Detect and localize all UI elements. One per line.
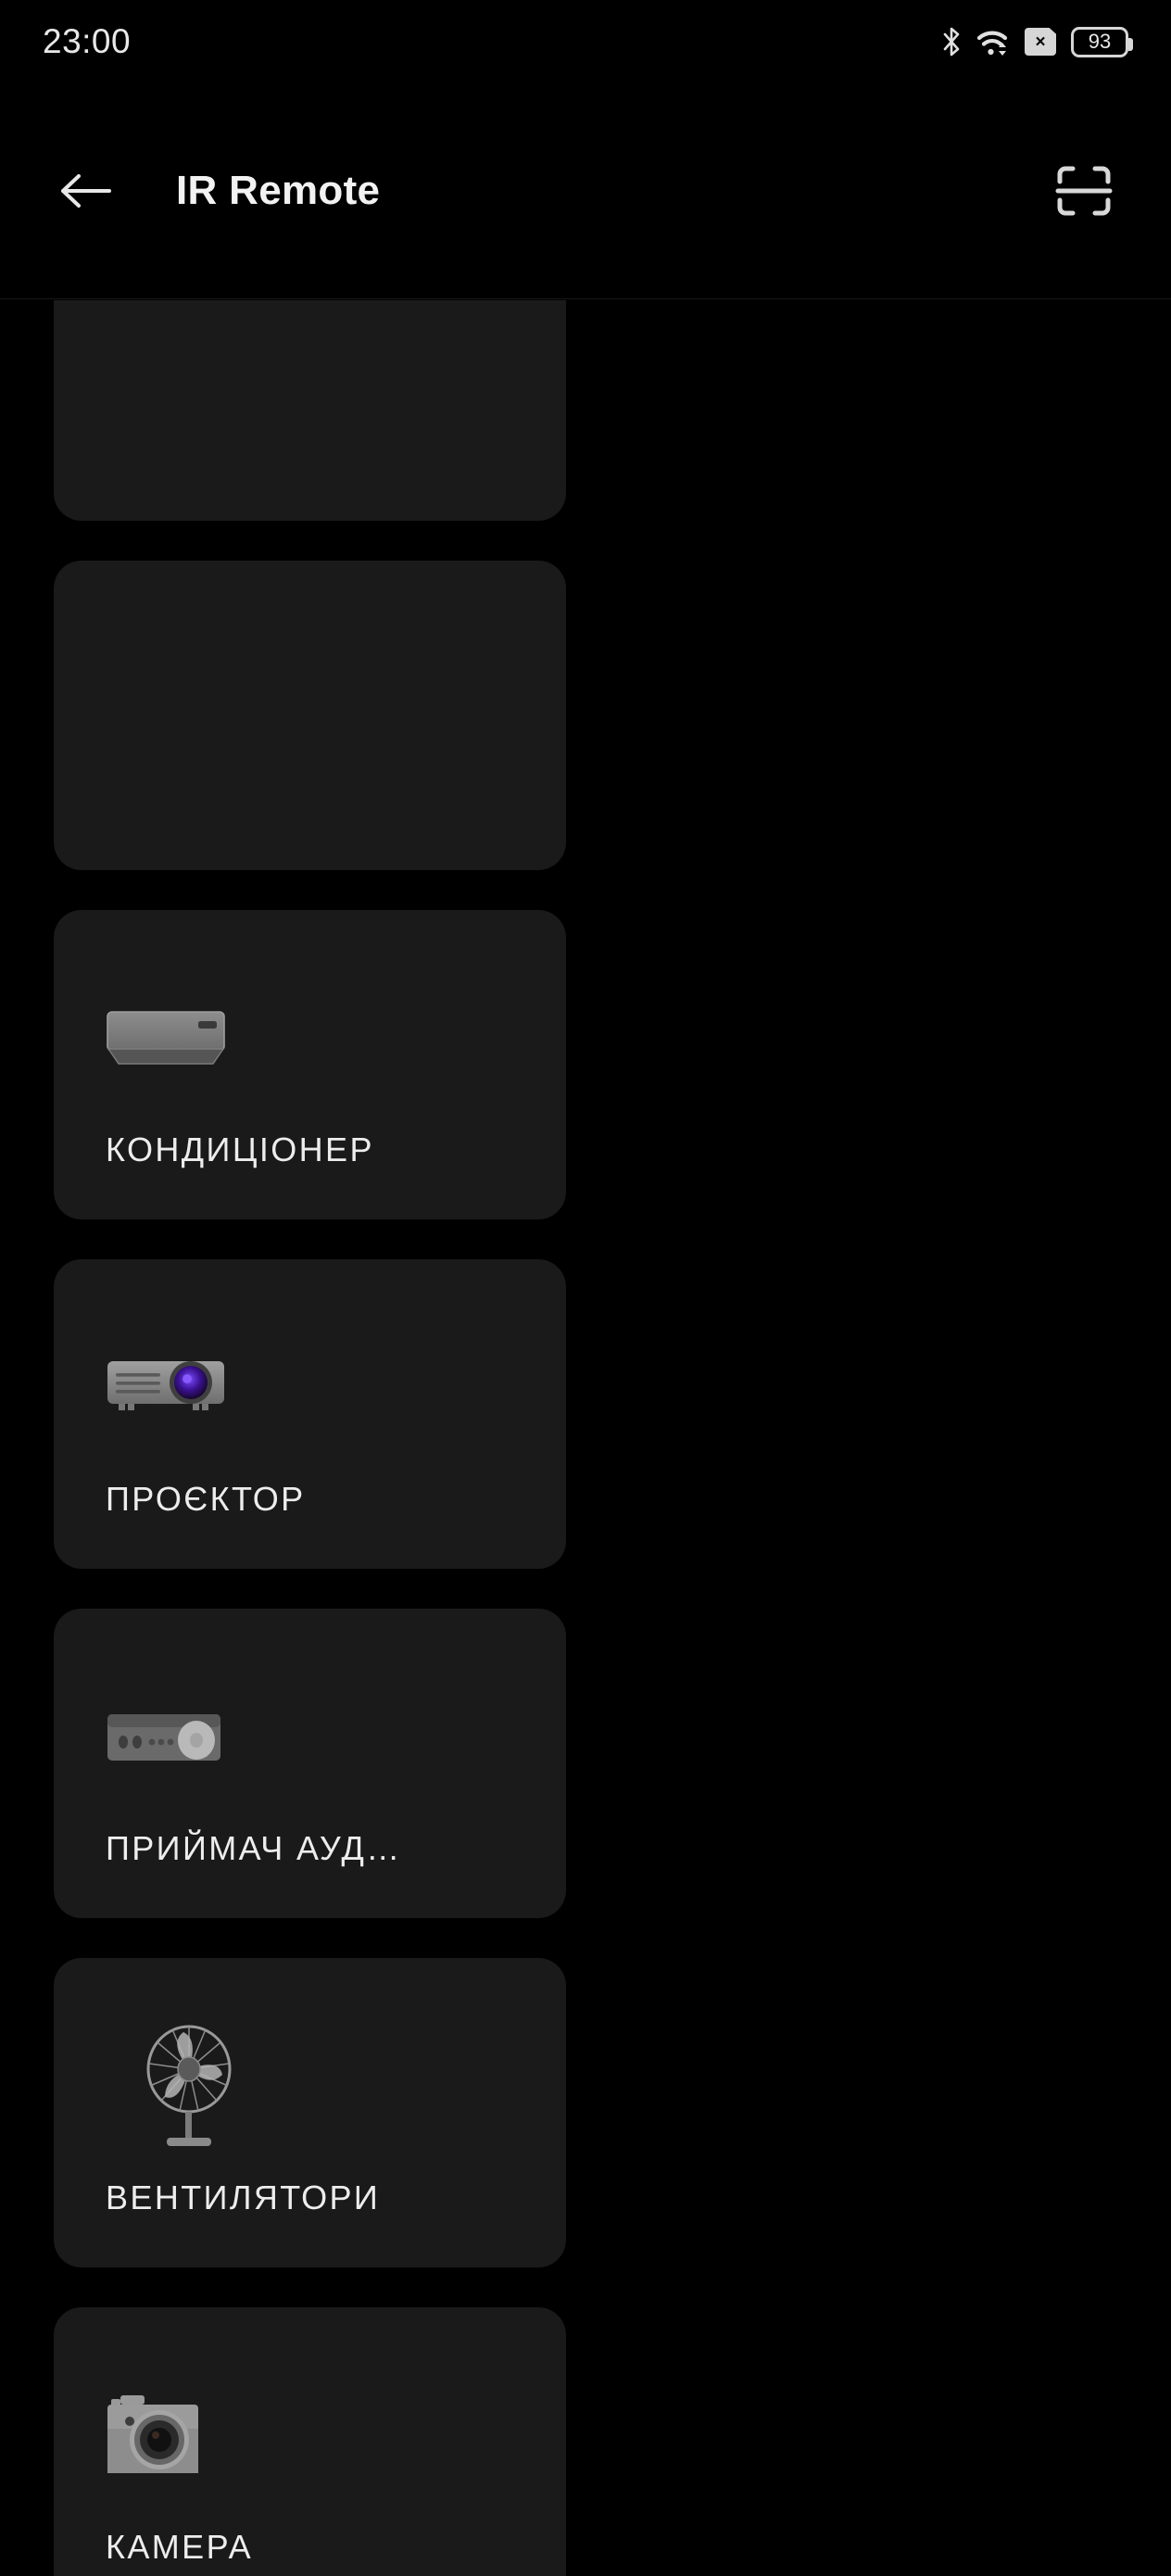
device-icon xyxy=(106,979,272,1099)
status-icon-tray: × 93 xyxy=(941,26,1133,57)
device-icon xyxy=(106,2025,272,2147)
scan-button[interactable] xyxy=(1051,158,1117,224)
sim-off-badge: × xyxy=(1035,32,1046,52)
projector-icon xyxy=(107,1361,224,1410)
device-card-camera[interactable]: КАМЕРА xyxy=(54,2307,566,2576)
battery-icon: 93 xyxy=(1071,26,1133,57)
device-label: КОНДИЦІОНЕР xyxy=(106,1130,374,1168)
camera-icon xyxy=(107,2395,198,2473)
list-item[interactable] xyxy=(54,300,566,521)
bluetooth-icon xyxy=(943,27,960,57)
app-bar: IR Remote xyxy=(0,83,1171,299)
back-arrow-icon xyxy=(61,174,111,208)
device-icon xyxy=(106,1677,272,1798)
fan-icon xyxy=(146,2025,232,2146)
device-card-projector[interactable]: ПРОЄКТОР xyxy=(54,1259,566,1569)
battery-level-label: 93 xyxy=(1088,30,1112,53)
list-item[interactable] xyxy=(54,561,566,870)
sim-card-off-icon: × xyxy=(1025,28,1056,56)
air-conditioner-icon xyxy=(107,1011,225,1065)
wifi-icon xyxy=(976,31,1008,56)
device-label: ВЕНТИЛЯТОРИ xyxy=(106,2178,381,2216)
device-grid: КОНДИЦІОНЕР ПРОЄКТОР ПРИЙМАЧ АУД… ВЕНТИЛ… xyxy=(0,300,1171,2576)
device-card-air-conditioner[interactable]: КОНДИЦІОНЕР xyxy=(54,910,566,1219)
audio-receiver-icon xyxy=(107,1714,220,1761)
device-grid-scroll[interactable]: КОНДИЦІОНЕР ПРОЄКТОР ПРИЙМАЧ АУД… ВЕНТИЛ… xyxy=(0,300,1171,2576)
device-card-fan[interactable]: ВЕНТИЛЯТОРИ xyxy=(54,1958,566,2267)
device-icon xyxy=(106,2376,272,2496)
device-label: КАМЕРА xyxy=(106,2528,253,2566)
status-bar: 23:00 × 93 xyxy=(0,0,1171,83)
status-clock: 23:00 xyxy=(43,22,132,60)
device-label: ПРИЙМАЧ АУД… xyxy=(106,1829,402,1867)
device-card-audio-receiver[interactable]: ПРИЙМАЧ АУД… xyxy=(54,1609,566,1918)
scan-icon xyxy=(1055,166,1113,216)
device-icon xyxy=(106,1328,272,1448)
device-label: ПРОЄКТОР xyxy=(106,1480,306,1518)
page-title: IR Remote xyxy=(176,168,381,213)
back-button[interactable] xyxy=(54,158,119,223)
